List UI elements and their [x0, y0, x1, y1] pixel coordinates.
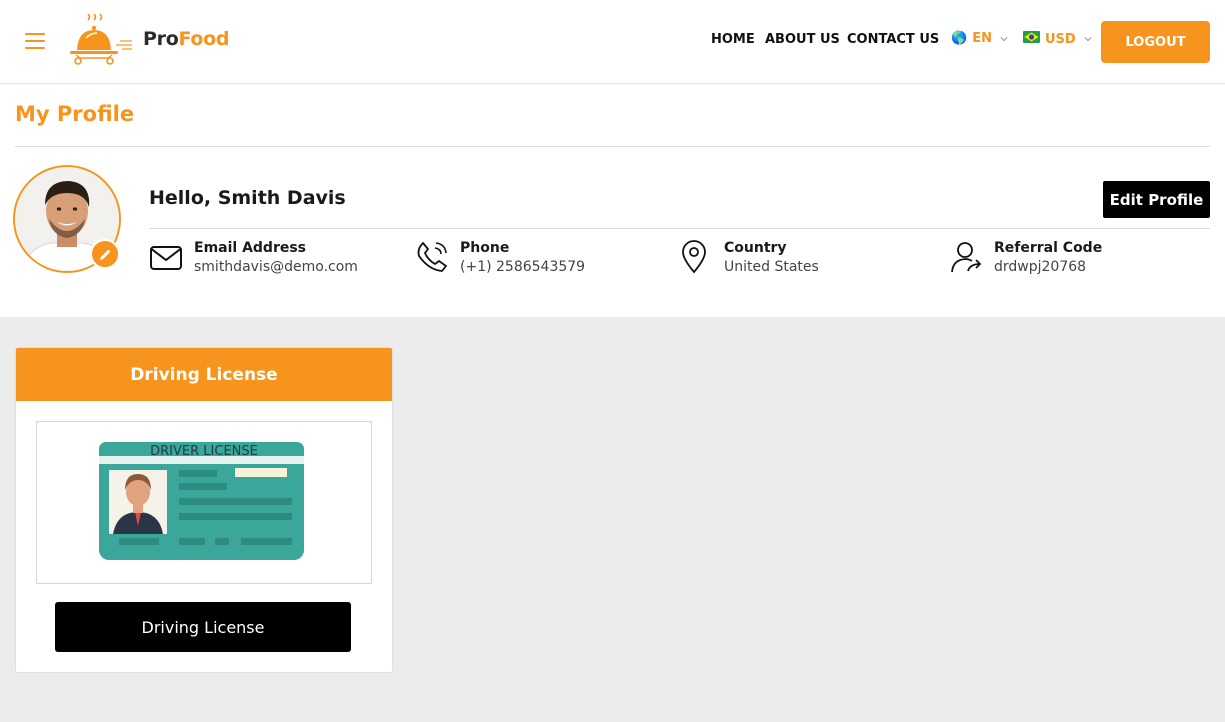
currency-dropdown[interactable]: USD — [1023, 31, 1092, 47]
phone-info: Phone (+1) 2586543579 — [415, 240, 585, 275]
brand-name-part1: Pro — [143, 28, 179, 50]
email-label: Email Address — [194, 240, 307, 256]
driver-license-image: DRIVER LICENSE — [99, 442, 304, 560]
chevron-down-icon — [1084, 37, 1092, 42]
brand-name: ProFood — [143, 28, 229, 50]
phone-icon — [417, 242, 447, 272]
language-label: EN — [972, 31, 992, 46]
chevron-down-icon — [1000, 36, 1008, 41]
email-value: smithdavis@demo.com — [194, 259, 358, 275]
brand-name-part2: Food — [178, 28, 230, 50]
phone-value: (+1) 2586543579 — [460, 259, 586, 275]
country-info: Country United States — [679, 240, 819, 275]
page-title: My Profile — [15, 102, 135, 126]
driving-license-card: Driving License DRIVER LICENSE Driving L… — [15, 347, 393, 673]
map-pin-icon — [682, 240, 706, 274]
nav-home-link[interactable]: HOME — [711, 32, 755, 47]
logout-button[interactable]: LOGOUT — [1101, 21, 1210, 63]
nav-contact-link[interactable]: CONTACT US — [847, 32, 939, 47]
license-image-box[interactable]: DRIVER LICENSE — [36, 421, 372, 584]
license-title: DRIVER LICENSE — [150, 444, 258, 459]
greeting: Hello, Smith Davis — [149, 187, 346, 209]
card-header: Driving License — [16, 348, 392, 401]
nav-about-link[interactable]: ABOUT US — [765, 32, 840, 47]
edit-avatar-button[interactable] — [90, 239, 120, 269]
phone-label: Phone — [460, 240, 510, 256]
email-info: Email Address smithdavis@demo.com — [149, 240, 358, 275]
user-share-icon — [951, 242, 982, 273]
envelope-icon — [150, 246, 182, 270]
currency-label: USD — [1045, 31, 1076, 47]
hamburger-menu-icon[interactable] — [25, 33, 45, 49]
language-dropdown[interactable]: 🌎 EN — [951, 31, 1008, 46]
brand-logo[interactable]: ProFood — [64, 13, 239, 68]
edit-profile-button[interactable]: Edit Profile — [1103, 181, 1210, 218]
pencil-icon — [99, 249, 110, 260]
cloche-logo-icon — [70, 13, 132, 65]
driving-license-button[interactable]: Driving License — [55, 602, 351, 652]
globe-icon: 🌎 — [951, 31, 968, 46]
referral-value: drdwpj20768 — [994, 259, 1087, 275]
referral-info: Referral Code drdwpj20768 — [949, 240, 1102, 275]
divider — [15, 146, 1210, 147]
referral-label: Referral Code — [994, 240, 1103, 256]
country-value: United States — [724, 259, 819, 275]
brazil-flag-icon — [1023, 31, 1040, 47]
top-header: ProFood HOME ABOUT US CONTACT US 🌎 EN US… — [0, 0, 1225, 84]
divider — [149, 228, 1210, 229]
country-label: Country — [724, 240, 787, 256]
